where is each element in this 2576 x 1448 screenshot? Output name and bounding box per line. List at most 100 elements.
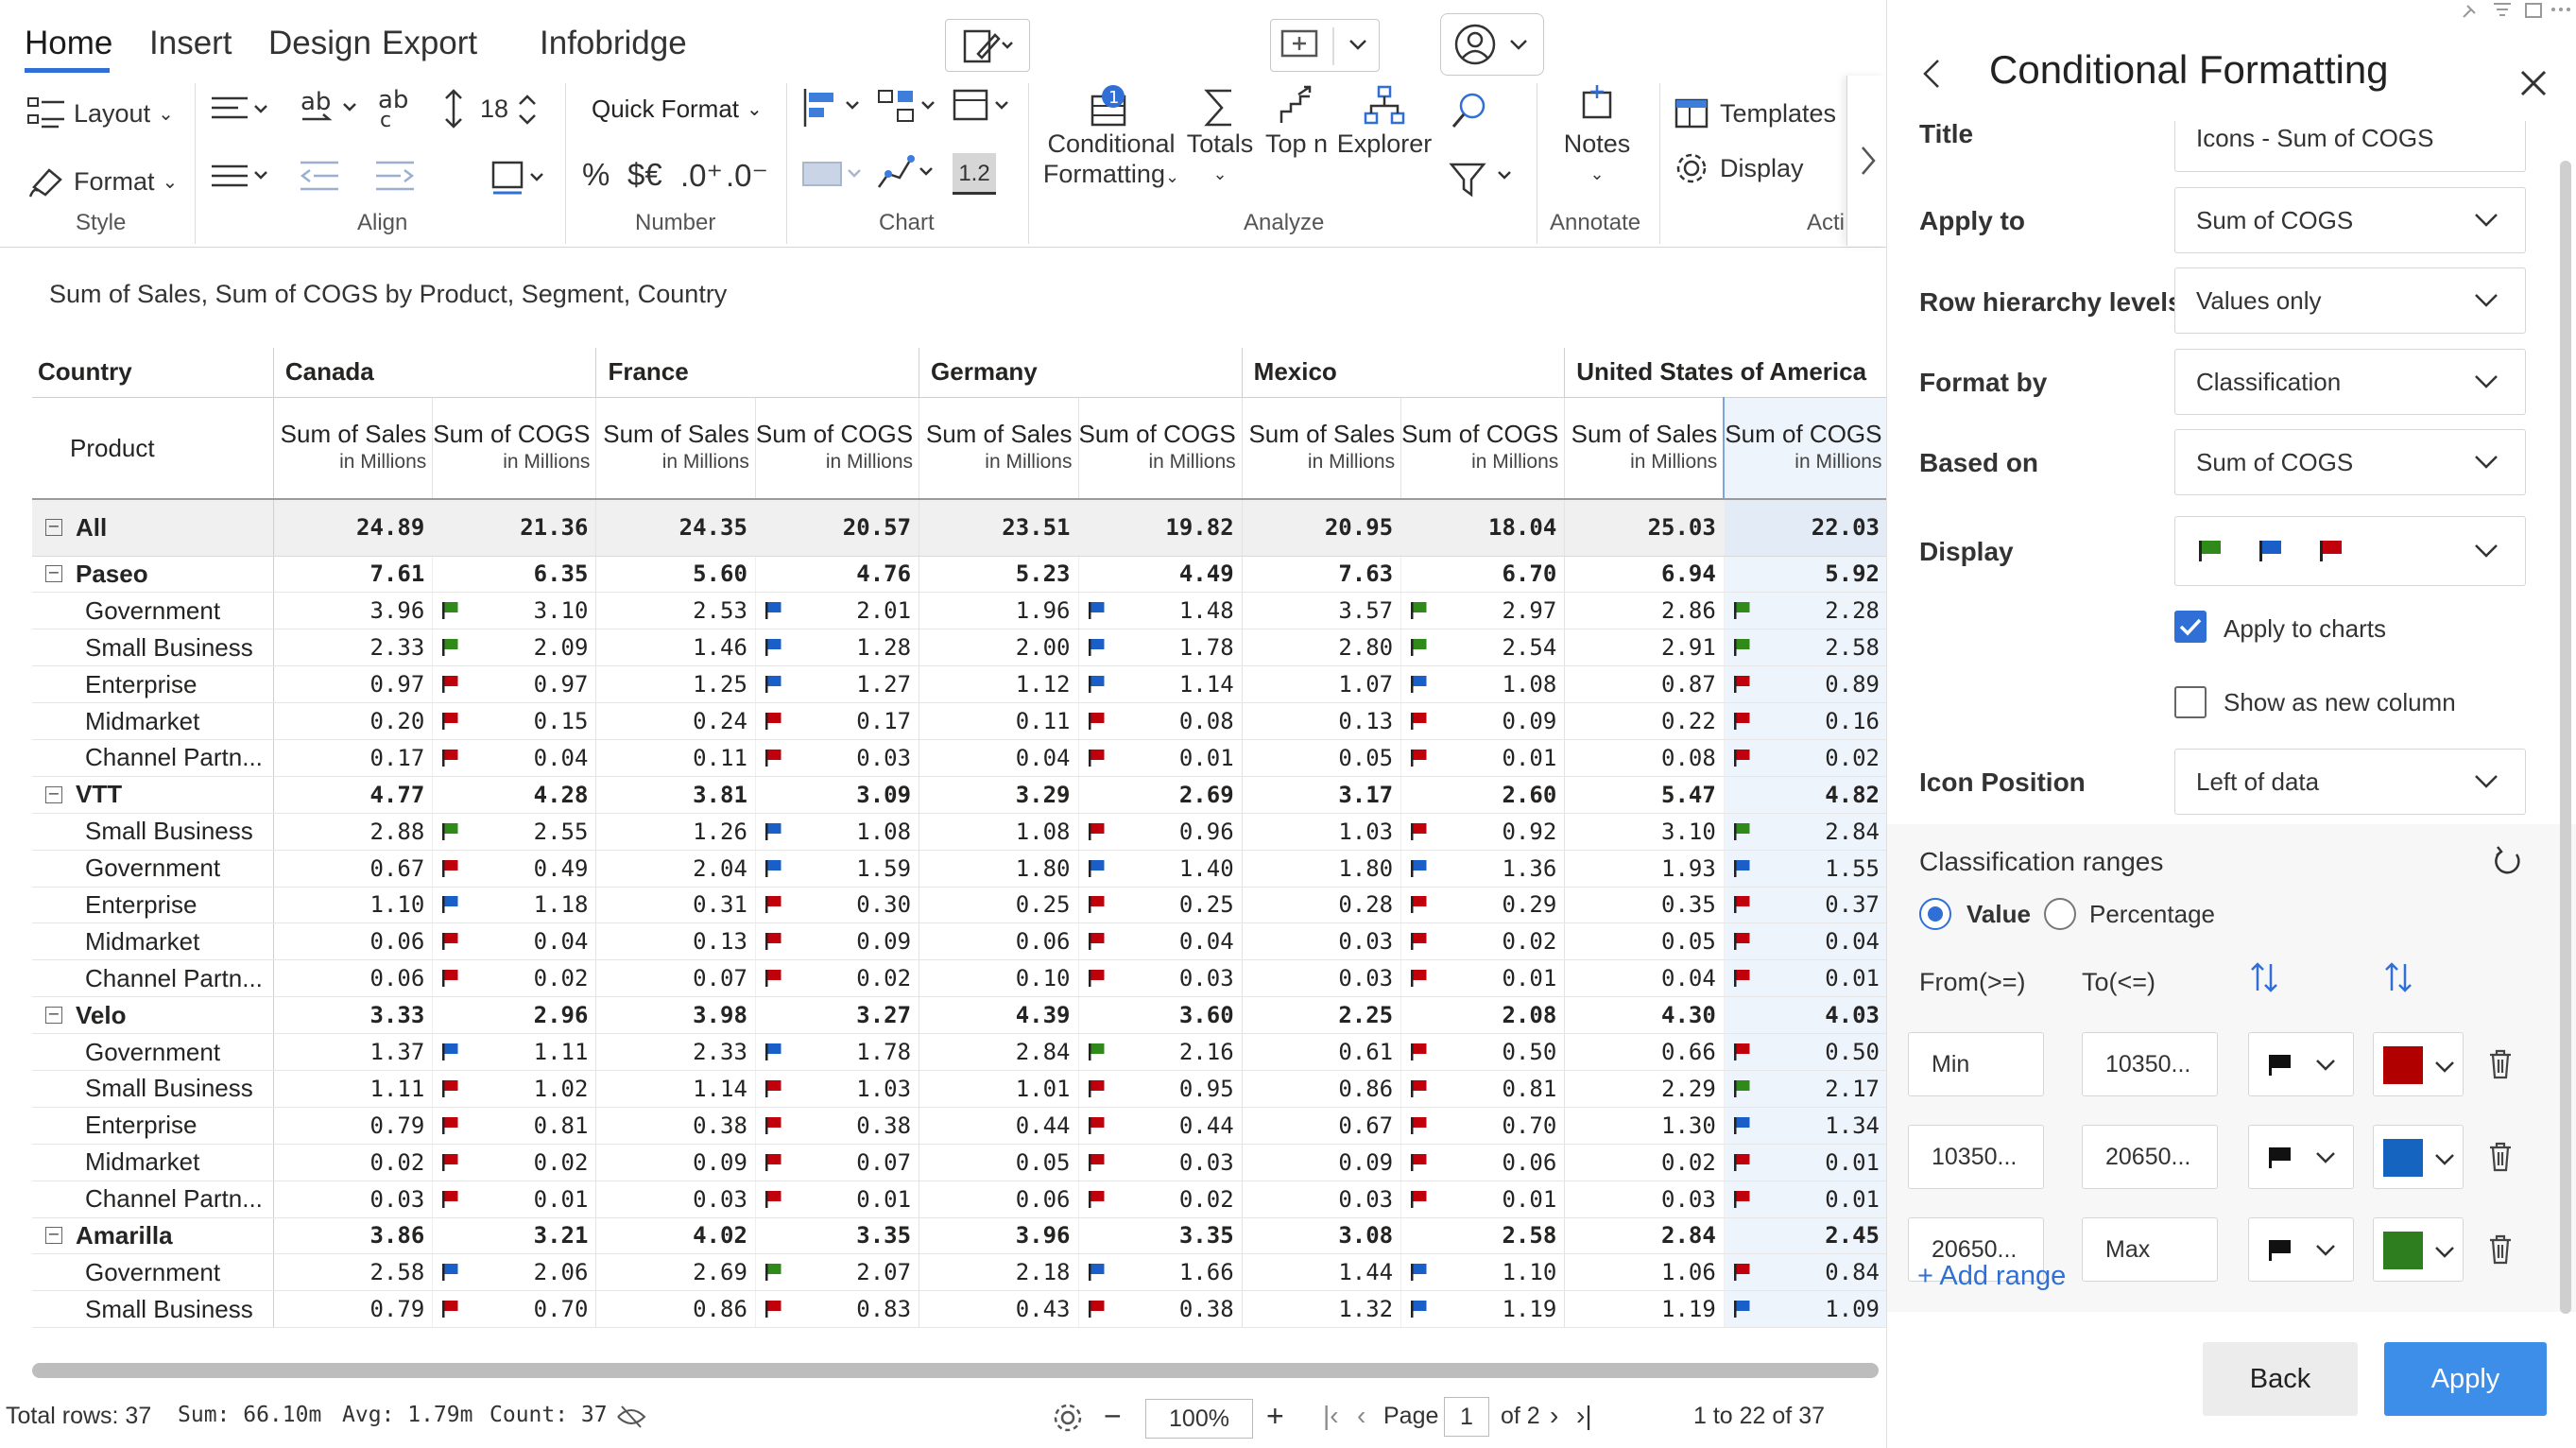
collapse-icon[interactable]: − — [45, 1227, 62, 1245]
close-icon[interactable] — [2516, 66, 2550, 100]
row-label-cell[interactable]: − VTT — [32, 776, 274, 814]
delete-range-icon[interactable] — [2486, 1233, 2515, 1266]
clip-text-icon[interactable]: abc — [374, 87, 418, 130]
percent-format-button[interactable]: % — [582, 157, 610, 193]
more-options-icon[interactable] — [2549, 0, 2573, 23]
range-from-input[interactable]: Min — [1908, 1032, 2044, 1096]
row-label-cell[interactable]: − Paseo — [32, 556, 274, 594]
table-row[interactable]: Enterprise 0.97 0.97 1.25 1.27 1.12 1.14 1.07 1.… — [32, 665, 1888, 704]
wrap-text-icon[interactable]: ab — [299, 87, 365, 130]
currency-format-button[interactable]: $€ — [627, 157, 662, 193]
sum-of-cogs-header[interactable]: Sum of COGS in Millions — [1400, 397, 1566, 500]
comment-button[interactable] — [1270, 19, 1380, 72]
collapse-icon[interactable]: − — [45, 565, 62, 583]
sum-of-sales-header[interactable]: Sum of Sales in Millions — [595, 397, 756, 500]
ribbon-scroll-right[interactable] — [1846, 76, 1886, 246]
zoom-input[interactable]: 100% — [1145, 1399, 1253, 1439]
range-icon-dropdown[interactable] — [2248, 1125, 2354, 1189]
delete-range-icon[interactable] — [2486, 1048, 2515, 1080]
table-row[interactable]: Government 0.67 0.49 2.04 1.59 1.80 1.40 1.80 1.… — [32, 850, 1888, 888]
range-color-dropdown[interactable] — [2373, 1125, 2464, 1189]
format-by-dropdown[interactable]: Classification — [2174, 349, 2526, 415]
indent-icon[interactable] — [374, 157, 418, 195]
table-row[interactable]: Small Business 2.88 2.55 1.26 1.08 1.08 0.96 1.… — [32, 813, 1888, 851]
back-arrow-icon[interactable] — [1914, 55, 1951, 93]
table-row[interactable]: Small Business 0.79 0.70 0.86 0.83 0.43 0.38 1.… — [32, 1290, 1888, 1329]
table-row[interactable]: Government 3.96 3.10 2.53 2.01 1.96 1.48 3.57 2.… — [32, 592, 1888, 630]
decrease-decimal-button[interactable]: .0⁻ — [726, 157, 768, 194]
country-column-header[interactable]: Canada — [273, 348, 597, 398]
sum-of-cogs-header[interactable]: Sum of COGS in Millions — [755, 397, 920, 500]
row-hierarchy-dropdown[interactable]: Values only — [2174, 267, 2526, 334]
edit-mode-button[interactable] — [945, 19, 1030, 72]
collapse-icon[interactable]: − — [45, 1007, 62, 1025]
next-page-button[interactable]: › — [1550, 1401, 1558, 1431]
collapse-icon[interactable]: − — [45, 785, 62, 803]
sum-of-cogs-header[interactable]: Sum of COGS in Millions — [1723, 397, 1888, 500]
sort-colors-icon[interactable] — [2382, 958, 2416, 996]
page-input[interactable]: 1 — [1444, 1397, 1489, 1437]
table-row[interactable]: Midmarket 0.02 0.02 0.09 0.07 0.05 0.03 0.09 0.0… — [32, 1144, 1888, 1181]
apply-to-dropdown[interactable]: Sum of COGS — [2174, 187, 2526, 253]
zoom-settings-icon[interactable] — [1051, 1401, 1085, 1435]
filter-icon[interactable] — [1446, 157, 1521, 200]
search-icon[interactable] — [1448, 89, 1493, 132]
vertical-align-icon[interactable] — [210, 157, 272, 195]
table-row[interactable]: Enterprise 1.10 1.18 0.31 0.30 0.25 0.25 0.28 0.… — [32, 887, 1888, 924]
row-label-cell[interactable]: − All — [32, 499, 274, 557]
group-row[interactable]: − All 24.89 21.36 24.35 20.57 23.51 19.82 20.95 1… — [32, 499, 1888, 557]
layout-button[interactable]: Layout ⌄ — [26, 95, 174, 132]
table-row[interactable]: Government 2.58 2.06 2.69 2.07 2.18 1.66 1.44 1.… — [32, 1253, 1888, 1292]
filter-icon[interactable] — [2488, 0, 2516, 23]
show-as-new-column-checkbox[interactable] — [2174, 686, 2207, 718]
title-input[interactable]: Icons - Sum of COGS — [2174, 121, 2526, 172]
chart-grid-icon[interactable] — [799, 153, 875, 197]
apply-button[interactable]: Apply — [2384, 1342, 2547, 1416]
hide-eye-icon[interactable] — [616, 1403, 646, 1431]
pin-icon[interactable] — [2454, 0, 2482, 23]
row-height-icon[interactable] — [440, 87, 467, 130]
table-row[interactable]: Channel Partn... 0.17 0.04 0.11 0.03 0.04 0.01… — [32, 739, 1888, 777]
table-row[interactable]: Midmarket 0.06 0.04 0.13 0.09 0.06 0.04 0.03 0.0… — [32, 922, 1888, 961]
tab-design[interactable]: Design — [268, 25, 371, 62]
conditional-formatting-button[interactable]: 1 Conditional Formatting⌄ — [1039, 83, 1183, 197]
zoom-out-button[interactable]: − — [1104, 1399, 1122, 1434]
row-label-cell[interactable]: − Velo — [32, 996, 274, 1035]
line-chart-icon[interactable] — [875, 151, 951, 195]
display-button[interactable]: Display — [1673, 149, 1804, 187]
user-account-button[interactable] — [1440, 13, 1544, 76]
data-labels-button[interactable]: 1.2 — [953, 153, 996, 195]
notes-button[interactable]: Notes ⌄ — [1550, 83, 1644, 197]
increase-decimal-button[interactable]: .0⁺ — [680, 157, 723, 194]
last-page-button[interactable]: ›| — [1576, 1401, 1592, 1431]
tab-export[interactable]: Export — [382, 25, 477, 62]
first-page-button[interactable]: |‹ — [1323, 1401, 1339, 1431]
range-to-input[interactable]: Max — [2082, 1217, 2218, 1282]
sum-of-cogs-header[interactable]: Sum of COGS in Millions — [432, 397, 597, 500]
based-on-dropdown[interactable]: Sum of COGS — [2174, 429, 2526, 495]
country-column-header[interactable]: Mexico — [1242, 348, 1566, 398]
outdent-icon[interactable] — [299, 157, 342, 195]
group-row[interactable]: − VTT 4.77 4.28 3.81 3.09 3.29 2.69 3.17 2.60 5.47… — [32, 776, 1888, 814]
font-size-value[interactable]: 18 — [480, 95, 508, 124]
icon-position-dropdown[interactable]: Left of data — [2174, 749, 2526, 815]
range-to-input[interactable]: 20650... — [2082, 1125, 2218, 1189]
table-row[interactable]: Channel Partn... 0.06 0.02 0.07 0.02 0.10 0.03… — [32, 959, 1888, 998]
bar-chart-type-icon[interactable] — [801, 85, 877, 132]
expand-icon[interactable] — [2520, 0, 2549, 23]
row-label-cell[interactable]: − Amarilla — [32, 1217, 274, 1255]
horizontal-scrollbar[interactable] — [32, 1363, 1879, 1378]
value-radio[interactable] — [1919, 898, 1951, 930]
sum-of-sales-header[interactable]: Sum of Sales in Millions — [1242, 397, 1402, 500]
country-column-header[interactable]: United States of America — [1564, 348, 1888, 398]
table-row[interactable]: Enterprise 0.79 0.81 0.38 0.38 0.44 0.44 0.67 0.… — [32, 1107, 1888, 1145]
panel-scrollbar[interactable] — [2560, 161, 2571, 1314]
country-column-header[interactable]: France — [595, 348, 920, 398]
totals-button[interactable]: Totals ⌄ — [1185, 83, 1255, 197]
apply-to-charts-checkbox[interactable] — [2174, 611, 2207, 643]
group-row[interactable]: − Paseo 7.61 6.35 5.60 4.76 5.23 4.49 7.63 6.70 6.… — [32, 556, 1888, 594]
table-row[interactable]: Small Business 2.33 2.09 1.46 1.28 2.00 1.78 2.… — [32, 629, 1888, 667]
text-align-icon[interactable] — [210, 91, 272, 129]
group-row[interactable]: − Amarilla 3.86 3.21 4.02 3.35 3.96 3.35 3.08 2.5… — [32, 1217, 1888, 1255]
table-row[interactable]: Channel Partn... 0.03 0.01 0.03 0.01 0.06 0.02… — [32, 1181, 1888, 1218]
